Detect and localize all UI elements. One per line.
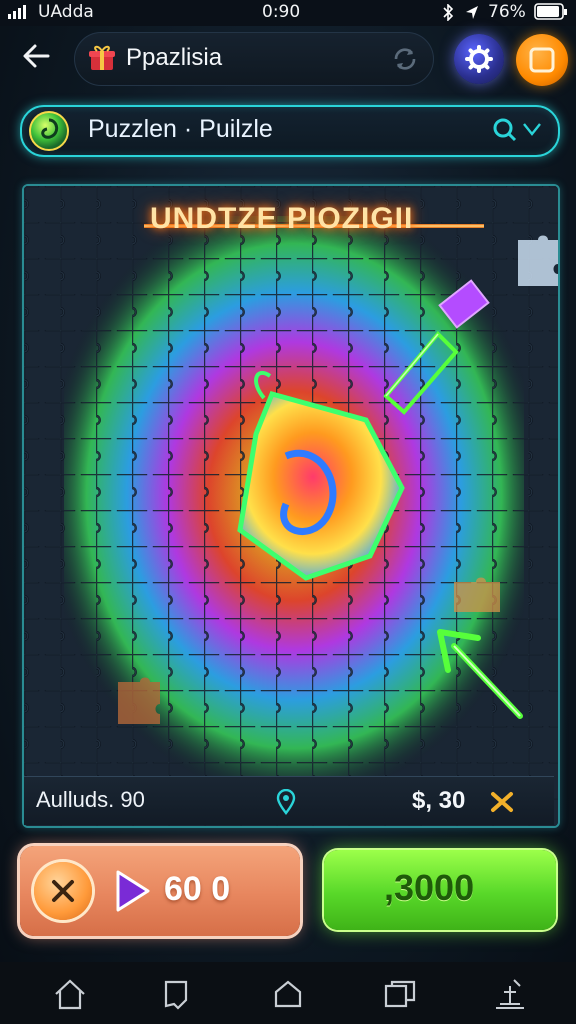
title-bar[interactable]: Ppazlisia [74,32,434,86]
page-title: Ppazlisia [126,44,223,71]
moves-label: Aulluds. 90 [36,787,145,812]
carrier-name: UAdda [38,2,94,22]
recent-apps-icon[interactable] [382,976,418,1012]
close-badge[interactable] [34,862,92,920]
map-pin-icon [276,789,296,815]
puzzle-board[interactable]: UNDTZE PIOZIGII [22,184,560,828]
arrow-left-icon [23,44,50,68]
tools-nav-icon[interactable] [492,976,528,1012]
play-icon [116,870,150,912]
house-icon[interactable] [270,976,306,1012]
chevron-down-icon[interactable] [522,121,542,137]
home-icon[interactable] [52,976,88,1012]
search-bar[interactable]: Puzzlen · Puilzle [20,105,560,157]
board-info-bar: Aulluds. 90 $, 30 [24,776,554,825]
play-value: 60 0 [164,870,231,908]
buy-button[interactable]: ,3000 [324,850,556,930]
loose-piece[interactable] [454,577,500,613]
menu-button[interactable] [516,34,568,86]
battery-percent: 76% [488,2,526,22]
gear-icon [465,45,493,73]
gift-icon [89,45,115,70]
settings-button[interactable] [454,34,504,84]
coins-label: $, 30 [412,787,466,814]
back-button[interactable] [18,36,58,76]
loose-piece[interactable] [518,235,558,287]
play-button[interactable]: 60 0 [20,846,300,936]
refresh-icon[interactable] [392,46,418,72]
clock: 0:90 [262,2,301,22]
search-icon[interactable] [492,117,518,143]
bluetooth-icon [443,4,454,21]
puzzle-artwork[interactable] [24,186,558,826]
location-icon [466,6,478,19]
board-banner: UNDTZE PIOZIGII [150,202,414,235]
back-nav-icon[interactable] [158,976,194,1012]
signal-icon [8,5,26,19]
status-bar: UAdda 0:90 76% [0,0,576,26]
loose-piece[interactable] [118,677,160,725]
search-query[interactable]: Puzzlen · Puilzle [88,115,273,144]
tools-icon [491,792,513,812]
puzzle-logo-icon [29,111,69,151]
close-icon [52,880,74,902]
buy-value: ,3000 [384,867,475,908]
square-icon [529,47,555,73]
battery-icon [534,3,567,20]
